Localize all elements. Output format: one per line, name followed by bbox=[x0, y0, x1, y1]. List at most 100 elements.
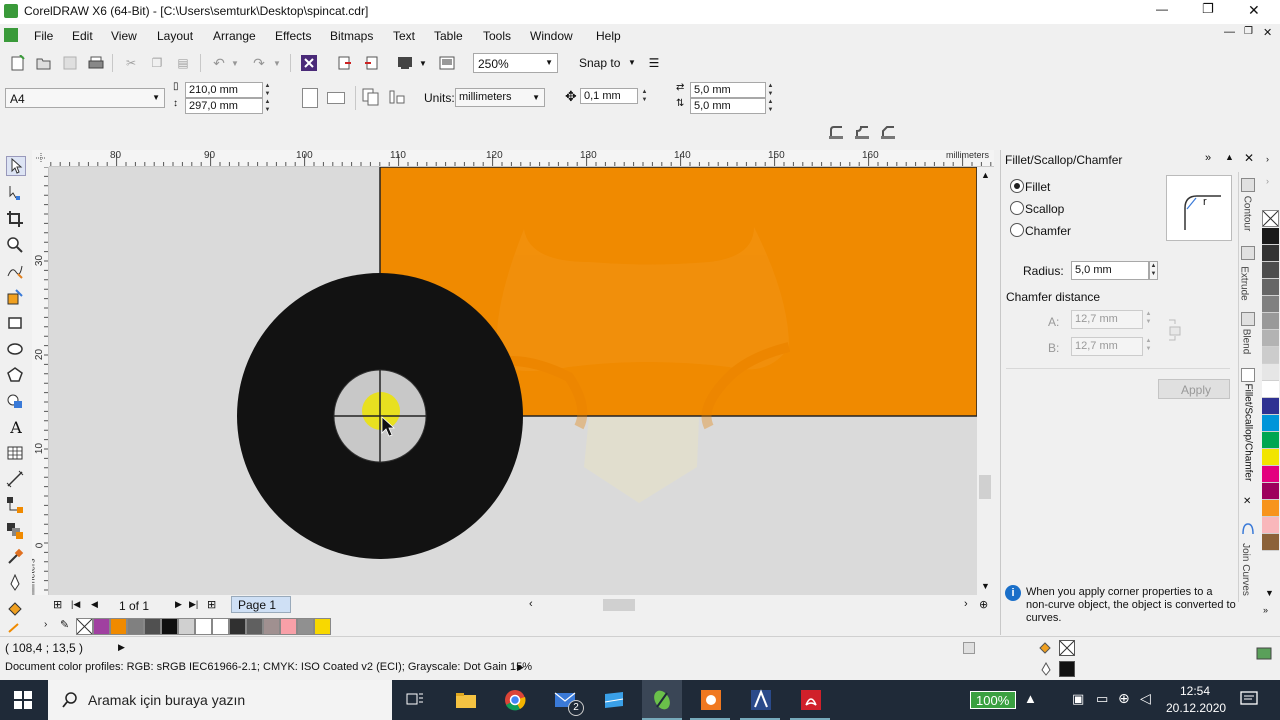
outline-pen-tool-icon[interactable] bbox=[6, 573, 26, 594]
snap-to-label[interactable]: Snap to bbox=[579, 56, 620, 70]
chamfer-b-spinner[interactable]: ▲ ▼ bbox=[1144, 337, 1153, 356]
palette-eyedropper-icon[interactable]: ✎ bbox=[60, 618, 69, 631]
palette-swatch[interactable] bbox=[229, 618, 246, 635]
fillet-label[interactable]: Fillet bbox=[1025, 180, 1050, 194]
chamfer-a-spinner[interactable]: ▲ ▼ bbox=[1144, 310, 1153, 329]
paste-icon[interactable]: ▤ bbox=[174, 54, 192, 72]
vertical-scrollbar[interactable]: ▲ ▼ bbox=[977, 167, 994, 595]
add-page-after-icon[interactable]: ⊞ bbox=[207, 598, 216, 611]
interactive-fill-tool-icon[interactable] bbox=[6, 622, 26, 634]
page-size-select[interactable]: A4 ▼ bbox=[5, 88, 165, 108]
eyedropper-tool-icon[interactable] bbox=[6, 548, 26, 568]
menu-help[interactable]: Help bbox=[596, 29, 621, 43]
palette-swatch[interactable] bbox=[1262, 381, 1279, 398]
palette-swatch[interactable] bbox=[1262, 534, 1279, 551]
no-color-swatch[interactable] bbox=[76, 618, 93, 635]
fill-tool-icon[interactable] bbox=[6, 600, 26, 620]
all-pages-icon[interactable] bbox=[362, 88, 380, 106]
palette-swatch[interactable] bbox=[161, 618, 178, 635]
export-icon[interactable] bbox=[362, 54, 380, 72]
menu-view[interactable]: View bbox=[111, 29, 137, 43]
minimize-button[interactable]: — bbox=[1156, 2, 1172, 16]
duplicate-y-field[interactable]: 5,0 mm bbox=[690, 98, 766, 114]
no-color-swatch[interactable] bbox=[1262, 210, 1279, 227]
palette-swatch[interactable] bbox=[1262, 313, 1279, 330]
fillet-tab[interactable]: Fillet/Scallop/Chamfer bbox=[1243, 384, 1254, 496]
duplicate-y-spinner[interactable]: ▲ ▼ bbox=[766, 98, 775, 114]
battery-indicator[interactable]: 100% bbox=[970, 691, 1016, 709]
chamfer-a-field[interactable]: 12,7 mm bbox=[1071, 310, 1143, 329]
fillet-tab-close-icon[interactable]: ✕ bbox=[1243, 496, 1251, 507]
doc-restore-button[interactable]: ❐ bbox=[1244, 26, 1253, 37]
palette-swatch[interactable] bbox=[1262, 347, 1279, 364]
lock-ratio-icon[interactable] bbox=[1165, 318, 1183, 342]
color-profiles-flyout-icon[interactable]: ▶ bbox=[517, 662, 524, 673]
chamfer-corner-icon[interactable] bbox=[880, 124, 896, 140]
palette-swatch[interactable] bbox=[263, 618, 280, 635]
palette-swatch[interactable] bbox=[1262, 517, 1279, 534]
join-curves-tab[interactable]: Join Curves bbox=[1240, 543, 1251, 596]
file-explorer-icon[interactable] bbox=[455, 690, 477, 710]
current-page-icon[interactable] bbox=[388, 88, 406, 106]
contour-tab[interactable]: Contour bbox=[1241, 196, 1252, 232]
task-view-icon[interactable] bbox=[406, 692, 424, 708]
tray-battery-icon[interactable]: ▭ bbox=[1096, 691, 1108, 707]
apply-button[interactable]: Apply bbox=[1158, 379, 1230, 399]
palette-swatch[interactable] bbox=[195, 618, 212, 635]
ellipse-tool-icon[interactable] bbox=[6, 340, 26, 360]
palette-swatch[interactable] bbox=[1262, 432, 1279, 449]
save-icon[interactable] bbox=[61, 54, 79, 72]
nudge-spinner[interactable]: ▲ ▼ bbox=[640, 88, 649, 104]
publish-pdf-icon[interactable] bbox=[396, 54, 414, 72]
chamfer-b-field[interactable]: 12,7 mm bbox=[1071, 337, 1143, 356]
undo-icon[interactable]: ↶ bbox=[210, 54, 228, 72]
status-refresh-icon[interactable] bbox=[1256, 645, 1272, 661]
duplicate-x-spinner[interactable]: ▲ ▼ bbox=[766, 82, 775, 98]
tray-wifi-icon[interactable]: ⊕ bbox=[1118, 690, 1130, 707]
taskbar-search-box[interactable]: Aramak için buraya yazın bbox=[48, 680, 392, 720]
shape-tool-icon[interactable] bbox=[6, 183, 26, 203]
drawing-canvas[interactable] bbox=[49, 167, 977, 595]
menu-window[interactable]: Window bbox=[530, 29, 573, 43]
menu-tools[interactable]: Tools bbox=[483, 29, 511, 43]
palette-swatch[interactable] bbox=[280, 618, 297, 635]
palette-swatch[interactable] bbox=[144, 618, 161, 635]
tray-volume-icon[interactable]: ◁ bbox=[1140, 690, 1151, 707]
fillet-tab-icon[interactable] bbox=[1241, 368, 1255, 382]
doc-minimize-button[interactable]: — bbox=[1224, 26, 1235, 38]
blend-tool-icon[interactable] bbox=[6, 522, 26, 542]
welcome-screen-icon[interactable] bbox=[438, 54, 456, 72]
contour-tab-icon[interactable] bbox=[1241, 178, 1255, 192]
docker-close-icon[interactable]: ✕ bbox=[1244, 151, 1254, 165]
portrait-icon[interactable] bbox=[302, 88, 318, 108]
menu-arrange[interactable]: Arrange bbox=[213, 29, 256, 43]
palette-swatch[interactable] bbox=[1262, 279, 1279, 296]
basic-shapes-tool-icon[interactable] bbox=[6, 392, 26, 412]
restore-button[interactable]: ❐ bbox=[1202, 1, 1214, 17]
crop-tool-icon[interactable] bbox=[6, 210, 26, 230]
corel-photopaint-icon[interactable] bbox=[690, 680, 730, 720]
chamfer-radio[interactable] bbox=[1010, 223, 1024, 237]
ruler-origin[interactable] bbox=[32, 150, 49, 167]
tray-network-icon[interactable]: ▣ bbox=[1072, 691, 1084, 707]
coordinates-flyout-icon[interactable]: ▶ bbox=[118, 642, 125, 653]
menu-effects[interactable]: Effects bbox=[275, 29, 311, 43]
menu-text[interactable]: Text bbox=[393, 29, 415, 43]
copy-icon[interactable]: ❐ bbox=[148, 54, 166, 72]
scallop-label[interactable]: Scallop bbox=[1025, 202, 1064, 216]
chamfer-label[interactable]: Chamfer bbox=[1025, 224, 1071, 238]
palette-swatch[interactable] bbox=[93, 618, 110, 635]
clock-date[interactable]: 20.12.2020 bbox=[1166, 701, 1226, 715]
palette-swatch[interactable] bbox=[1262, 228, 1279, 245]
menu-layout[interactable]: Layout bbox=[157, 29, 193, 43]
fill-none-swatch[interactable] bbox=[1059, 640, 1075, 656]
connector-tool-icon[interactable] bbox=[6, 496, 26, 516]
coreldraw-taskbar-icon[interactable] bbox=[642, 680, 682, 720]
scroll-up-icon[interactable]: ▲ bbox=[981, 170, 990, 180]
last-page-icon[interactable]: ▶| bbox=[189, 599, 198, 610]
horizontal-scroll-thumb[interactable] bbox=[603, 599, 635, 611]
palette-scroll-up-icon[interactable]: › bbox=[1266, 176, 1269, 186]
zoom-tool-icon[interactable] bbox=[6, 236, 26, 256]
scallop-radio[interactable] bbox=[1010, 201, 1024, 215]
palette-swatch[interactable] bbox=[314, 618, 331, 635]
